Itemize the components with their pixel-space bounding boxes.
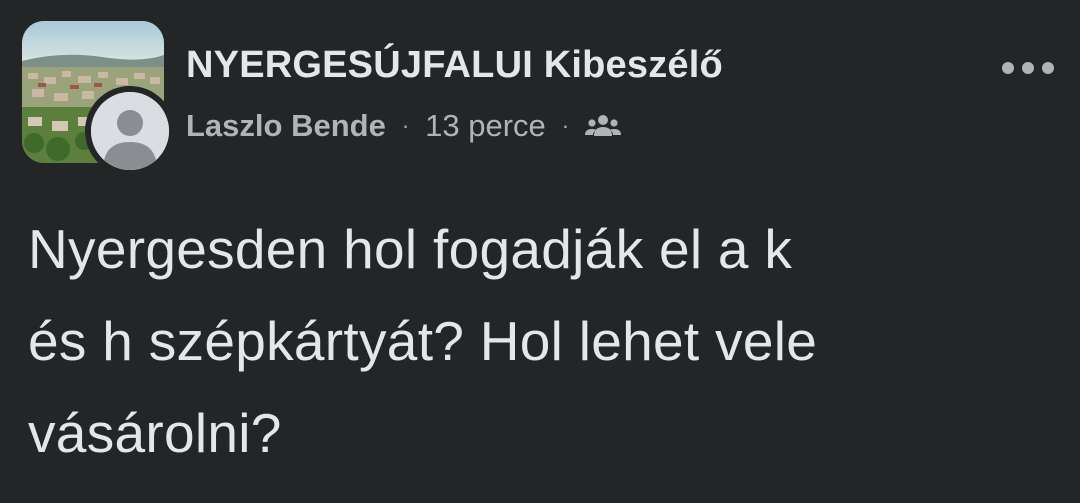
group-name-link[interactable]: NYERGESÚJFALUI Kibeszélő	[186, 44, 723, 87]
post-card: NYERGESÚJFALUI Kibeszélő Laszlo Bende · …	[0, 0, 1080, 503]
more-options-button[interactable]	[996, 52, 1060, 84]
post-text-line: és h szépkártyát? Hol lehet vele	[28, 310, 818, 372]
meta-separator: ·	[401, 113, 410, 138]
post-meta: Laszlo Bende · 13 perce ·	[186, 106, 622, 146]
meta-separator: ·	[561, 113, 570, 138]
post-text-line: Nyergesden hol fogadják el a k	[28, 218, 793, 280]
author-name-link[interactable]: Laszlo Bende	[186, 108, 386, 144]
post-body-text: Nyergesden hol fogadják el a k és h szép…	[28, 203, 1058, 479]
default-profile-icon	[91, 92, 169, 170]
group-audience-icon	[585, 112, 622, 140]
post-text-line: vásárolni?	[28, 402, 282, 464]
more-options-icon	[1002, 62, 1054, 74]
post-timestamp[interactable]: 13 perce	[425, 108, 546, 144]
user-avatar[interactable]	[85, 86, 175, 176]
